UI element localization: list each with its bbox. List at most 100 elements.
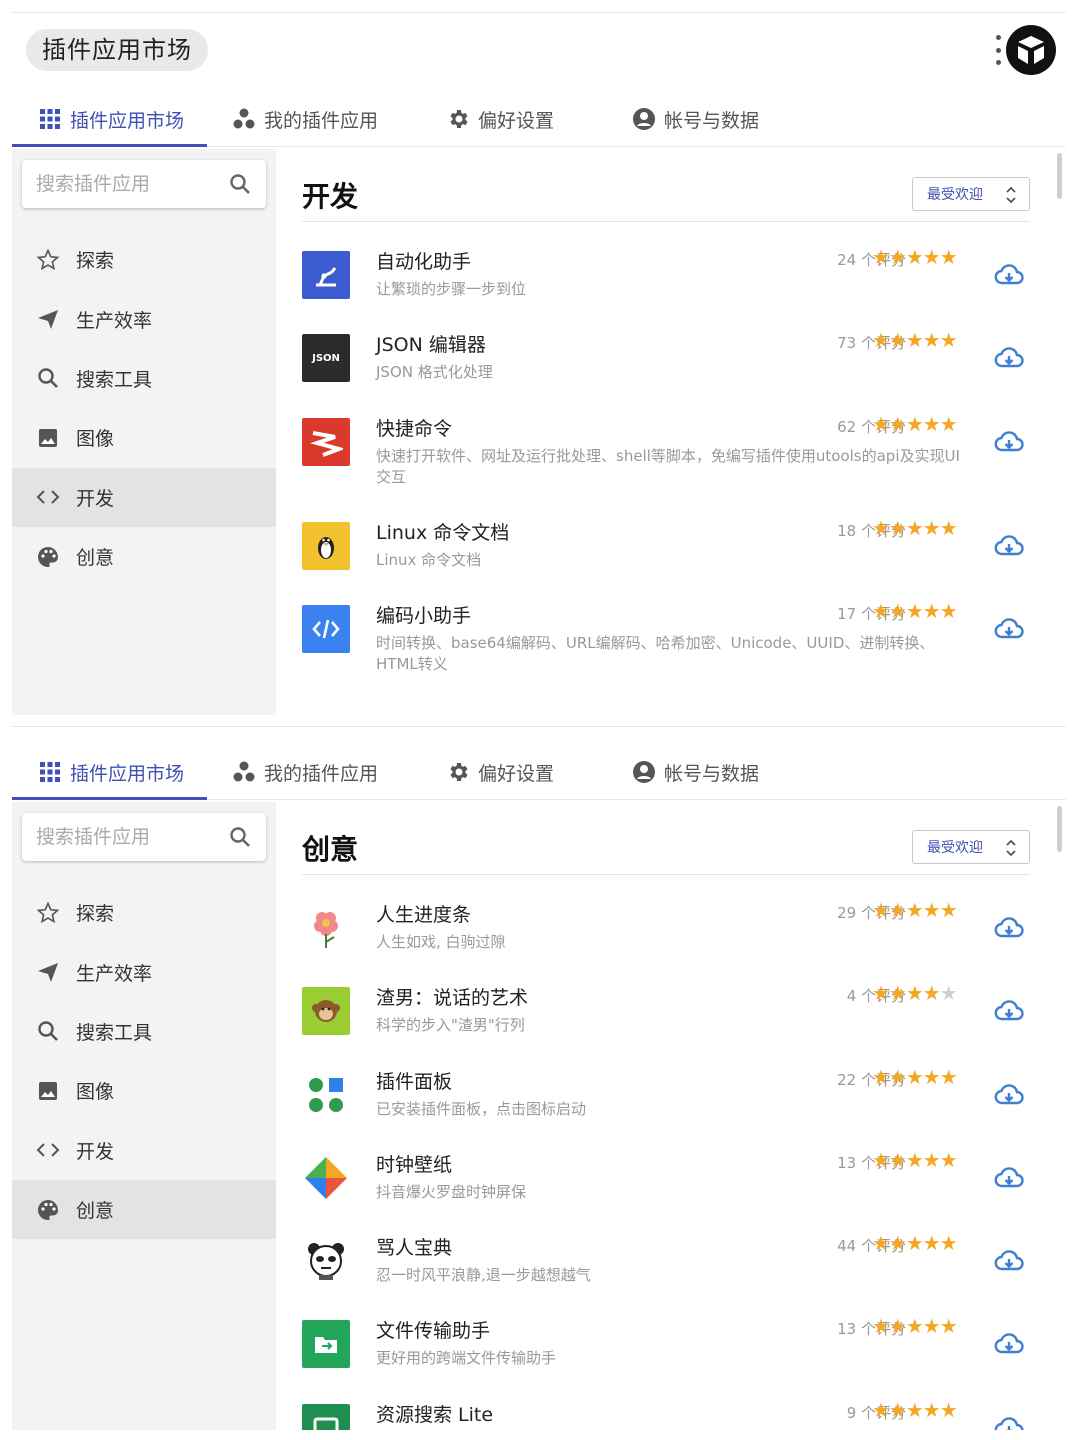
download-cloud-icon[interactable] xyxy=(994,997,1024,1027)
list-item[interactable]: 文件传输助手 更好用的跨端文件传输助手 13 个评分 ★★★★★ xyxy=(302,1302,1042,1385)
list-item[interactable]: 插件面板 已安装插件面板，点击图标启动 22 个评分 ★★★★★ xyxy=(302,1053,1042,1136)
scrollbar[interactable] xyxy=(1057,806,1062,852)
list-item[interactable]: 渣男：说话的艺术 科学的步入"渣男"行列 4 个评分 ★★★★★ xyxy=(302,969,1042,1052)
list-item[interactable]: 资源搜索 Lite 9 个评分 ★★★★★ xyxy=(302,1386,1042,1430)
monitor-icon xyxy=(302,1403,350,1430)
plugin-list-panel: 创意 最受欢迎 人生进度条 人生如戏, 白驹过隙 29 个评分 ★★★★★ 渣男… xyxy=(276,802,1066,1430)
plugin-name: 插件面板 xyxy=(376,1070,453,1093)
send-icon xyxy=(38,310,58,330)
utools-logo-icon[interactable] xyxy=(1006,25,1056,75)
list-item[interactable]: 人生进度条 人生如戏, 白驹过隙 29 个评分 ★★★★★ xyxy=(302,886,1042,969)
plugin-desc: 抖音爆火罗盘时钟屏保 xyxy=(376,1182,527,1201)
search-icon[interactable] xyxy=(228,172,252,196)
tab-my-plugins[interactable]: 我的插件应用 xyxy=(232,91,378,147)
download-cloud-icon[interactable] xyxy=(994,1164,1024,1194)
app-title: 插件应用市场 xyxy=(26,29,208,71)
sidebar-item-image[interactable]: 图像 xyxy=(12,1061,276,1120)
sidebar-item-label: 搜索工具 xyxy=(76,368,153,391)
tab-my-plugins[interactable]: 我的插件应用 xyxy=(232,744,378,800)
download-cloud-icon[interactable] xyxy=(994,615,1024,645)
rating-stars: ★★★★★ xyxy=(872,1147,958,1172)
download-cloud-icon[interactable] xyxy=(994,1414,1024,1430)
tab-label: 偏好设置 xyxy=(478,109,555,132)
sidebar-item-explore[interactable]: 探索 xyxy=(12,230,276,289)
rating-stars: ★★★★★ xyxy=(872,245,958,269)
sidebar-item-label: 开发 xyxy=(76,487,115,510)
tab-market[interactable]: 插件应用市场 xyxy=(38,91,184,147)
flower-icon xyxy=(302,904,350,952)
tab-preferences[interactable]: 偏好设置 xyxy=(446,744,554,800)
sort-caret-icon xyxy=(1006,839,1016,857)
plugin-name: 编码小助手 xyxy=(376,604,472,627)
download-cloud-icon[interactable] xyxy=(994,344,1024,374)
sidebar-item-search-tools[interactable]: 搜索工具 xyxy=(12,349,276,408)
sidebar-item-dev[interactable]: 开发 xyxy=(12,1121,276,1180)
list-item[interactable]: JSON JSON 编辑器 JSON 格式化处理 73 个评分 ★★★★★ xyxy=(302,316,1042,399)
download-cloud-icon[interactable] xyxy=(994,1330,1024,1360)
search-icon[interactable] xyxy=(228,825,252,849)
tab-account[interactable]: 帐号与数据 xyxy=(632,744,759,800)
plugin-desc: JSON 格式化处理 xyxy=(376,363,493,382)
list-item[interactable]: 编码小助手 时间转换、base64编解码、URL编解码、哈希加密、Unicode… xyxy=(302,587,1042,691)
rating-stars: ★★★★★ xyxy=(872,411,958,436)
download-cloud-icon[interactable] xyxy=(994,532,1024,562)
rating-stars: ★★★★★ xyxy=(872,1064,958,1089)
list-item[interactable]: Linux 命令文档 Linux 命令文档 18 个评分 ★★★★★ xyxy=(302,504,1042,587)
sidebar-item-explore[interactable]: 探索 xyxy=(12,883,276,942)
tab-label: 我的插件应用 xyxy=(264,109,379,132)
search-box xyxy=(22,813,266,861)
list-item[interactable]: 自动化助手 让繁琐的步骤一步到位 24 个评分 ★★★★★ xyxy=(302,233,1042,316)
scrollbar[interactable] xyxy=(1057,153,1062,199)
download-cloud-icon[interactable] xyxy=(994,261,1024,291)
plugin-desc: 让繁琐的步骤一步到位 xyxy=(376,280,527,298)
tab-account[interactable]: 帐号与数据 xyxy=(632,91,759,147)
sort-select[interactable]: 最受欢迎 xyxy=(912,830,1030,864)
download-cloud-icon[interactable] xyxy=(994,428,1024,458)
app-window-top: 插件应用市场 插件应用市场 我的插件应用 偏好设置 帐号与数据 搜索插件应用 探… xyxy=(12,12,1066,715)
download-cloud-icon[interactable] xyxy=(994,1081,1024,1111)
tab-preferences[interactable]: 偏好设置 xyxy=(446,91,554,147)
panel-dots-icon xyxy=(302,1071,350,1119)
search-input[interactable] xyxy=(36,821,216,853)
gear-icon xyxy=(450,763,468,781)
divider xyxy=(302,874,1030,875)
list-item[interactable]: 骂人宝典 忍一时风平浪静,退一步越想越气 44 个评分 ★★★★★ xyxy=(302,1219,1042,1302)
plugin-desc: 时间转换、base64编解码、URL编解码、哈希加密、Unicode、UUID、… xyxy=(376,633,935,673)
plugin-desc: 忍一时风平浪静,退一步越想越气 xyxy=(376,1266,591,1285)
monkey-icon xyxy=(302,987,350,1036)
sidebar-item-productivity[interactable]: 生产效率 xyxy=(12,289,276,348)
dots-icon xyxy=(233,108,255,129)
more-menu-icon[interactable] xyxy=(994,35,1002,65)
app-window-bottom: 插件应用市场 我的插件应用 偏好设置 帐号与数据 探索 生产 xyxy=(12,726,1066,1430)
list-item[interactable]: 快捷命令 快速打开软件、网址及运行批处理、shell等脚本，免编写插件使用uto… xyxy=(302,400,1042,504)
divider xyxy=(302,221,1030,222)
sidebar-item-creative[interactable]: 创意 xyxy=(12,1179,276,1240)
sort-label: 最受欢迎 xyxy=(927,840,983,856)
section-title: 开发 xyxy=(302,180,359,213)
panda-icon xyxy=(302,1237,350,1285)
send-icon xyxy=(38,963,58,983)
tab-market[interactable]: 插件应用市场 xyxy=(38,744,184,800)
rating-stars: ★★★★★ xyxy=(872,1231,958,1256)
sidebar-item-image[interactable]: 图像 xyxy=(12,408,276,467)
pinwheel-icon xyxy=(302,1154,350,1202)
image-icon xyxy=(39,428,57,447)
sort-label: 最受欢迎 xyxy=(927,187,983,203)
zigzag-icon xyxy=(302,417,350,466)
tab-bar: 插件应用市场 我的插件应用 偏好设置 帐号与数据 xyxy=(12,744,1066,800)
list-item[interactable]: 时钟壁纸 抖音爆火罗盘时钟屏保 13 个评分 ★★★★★ xyxy=(302,1136,1042,1219)
download-cloud-icon[interactable] xyxy=(994,914,1024,944)
plugin-name: Linux 命令文档 xyxy=(376,521,510,544)
sidebar-item-search-tools[interactable]: 搜索工具 xyxy=(12,1002,276,1061)
sidebar-item-creative[interactable]: 创意 xyxy=(12,527,276,586)
plugin-desc: 人生如戏, 白驹过隙 xyxy=(376,933,506,951)
sidebar-item-dev[interactable]: 开发 xyxy=(12,467,276,527)
robot-arm-icon xyxy=(302,251,350,299)
json-icon: JSON xyxy=(302,334,350,383)
download-cloud-icon[interactable] xyxy=(994,1247,1024,1277)
search-input[interactable] xyxy=(36,168,216,200)
sort-select[interactable]: 最受欢迎 xyxy=(912,177,1030,211)
active-tab-indicator xyxy=(12,797,207,800)
sidebar-item-productivity[interactable]: 生产效率 xyxy=(12,942,276,1001)
plugin-name: 渣男：说话的艺术 xyxy=(376,987,529,1010)
